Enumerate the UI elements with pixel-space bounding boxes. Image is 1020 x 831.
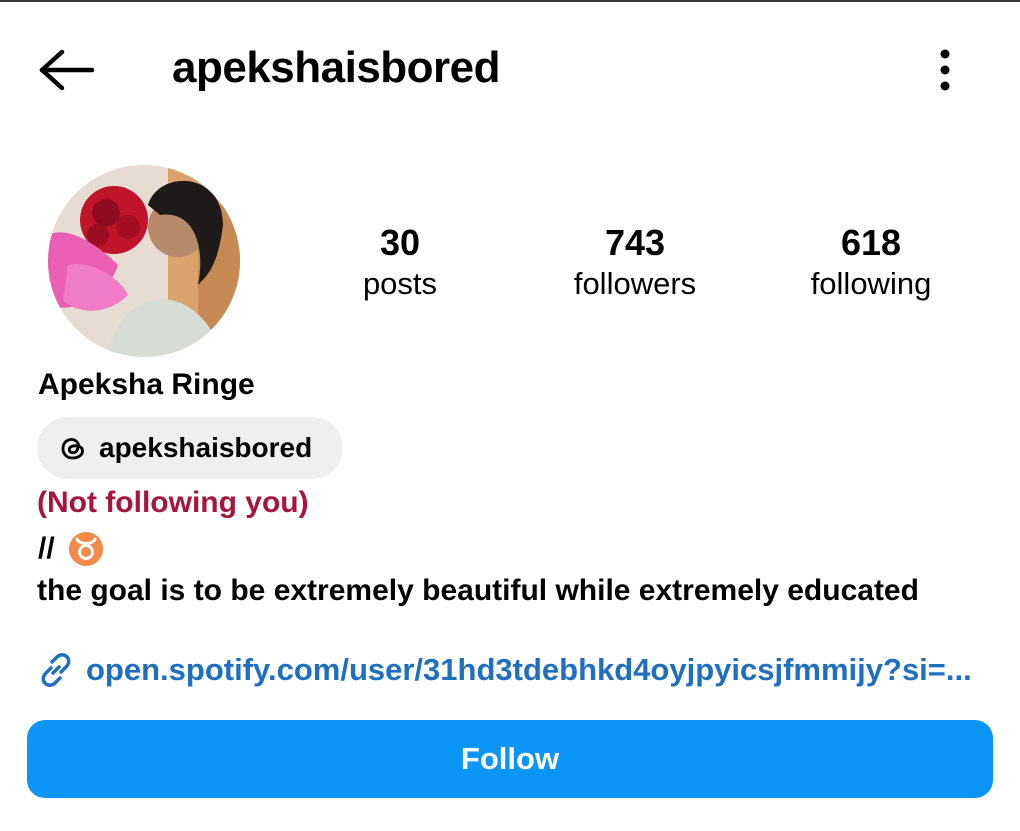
followers-stat[interactable]: 743 followers bbox=[525, 222, 745, 304]
bio-prefix: // bbox=[38, 532, 55, 565]
following-count: 618 bbox=[840, 222, 902, 263]
more-options-button[interactable] bbox=[930, 46, 960, 94]
followers-label: followers bbox=[573, 266, 697, 301]
page-title: apekshaisbored bbox=[172, 43, 501, 92]
profile-photo bbox=[48, 165, 240, 357]
threads-badge[interactable]: apekshaisbored bbox=[37, 417, 343, 479]
taurus-emoji-icon bbox=[68, 532, 103, 566]
bio-first-line: // bbox=[38, 530, 103, 568]
threads-handle: apekshaisbored bbox=[99, 432, 313, 463]
followers-count: 743 bbox=[604, 222, 666, 263]
following-label: following bbox=[810, 266, 932, 301]
profile-header: apekshaisbored bbox=[0, 30, 1020, 110]
posts-stat[interactable]: 30 posts bbox=[290, 222, 510, 304]
profile-link[interactable]: open.spotify.com/user/31hd3tdebhkd4oyjpy… bbox=[36, 650, 996, 690]
posts-count: 30 bbox=[379, 222, 421, 263]
vertical-dots-icon bbox=[940, 49, 950, 91]
threads-icon bbox=[61, 438, 84, 460]
arrow-left-icon bbox=[39, 49, 95, 91]
link-icon bbox=[41, 653, 71, 687]
avatar[interactable] bbox=[48, 165, 240, 357]
follow-button[interactable]: Follow bbox=[27, 720, 993, 798]
relationship-status: (Not following you) bbox=[37, 486, 309, 519]
link-url: open.spotify.com/user/31hd3tdebhkd4oyjpy… bbox=[86, 652, 972, 687]
posts-label: posts bbox=[362, 266, 438, 301]
following-stat[interactable]: 618 following bbox=[761, 222, 981, 304]
full-name: Apeksha Ringe bbox=[38, 368, 255, 401]
top-border bbox=[0, 0, 1020, 2]
back-button[interactable] bbox=[36, 48, 96, 92]
bio-text: the goal is to be extremely beautiful wh… bbox=[37, 574, 919, 607]
